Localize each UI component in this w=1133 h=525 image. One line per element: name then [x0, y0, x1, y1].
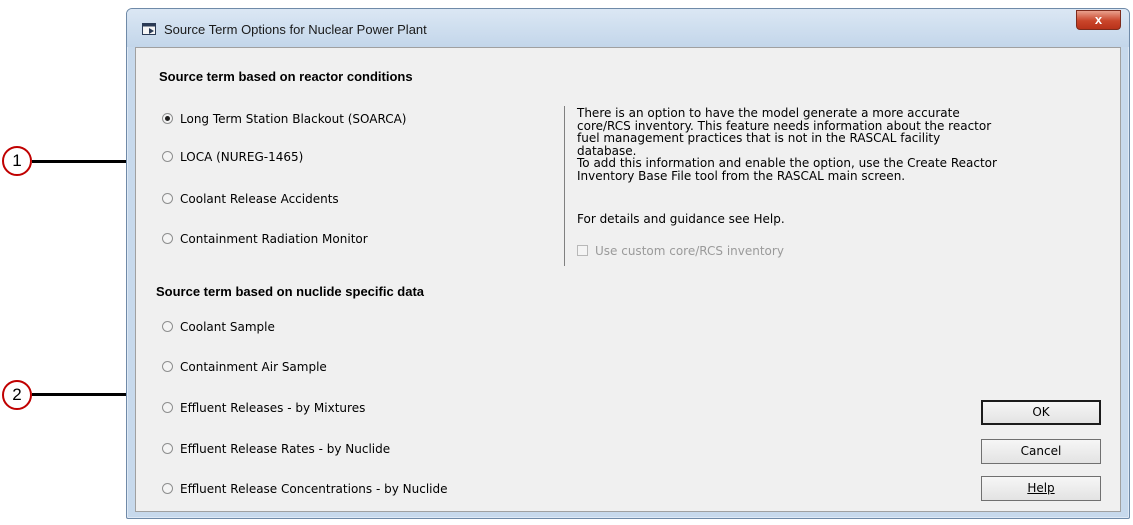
help-hint-text: For details and guidance see Help.	[577, 212, 785, 226]
radio-label[interactable]: Coolant Release Accidents	[180, 192, 339, 206]
info-line: To add this information and enable the o…	[577, 156, 997, 170]
dialog-window: Source Term Options for Nuclear Power Pl…	[126, 8, 1130, 519]
radio-label[interactable]: Containment Air Sample	[180, 360, 327, 374]
radio-button-icon[interactable]	[162, 402, 173, 413]
radio-label[interactable]: Effluent Release Rates - by Nuclide	[180, 442, 390, 456]
close-icon: x	[1094, 12, 1103, 27]
radio-label[interactable]: Effluent Releases - by Mixtures	[180, 401, 365, 415]
callout-1-badge: 1	[2, 146, 32, 176]
info-text: There is an option to have the model gen…	[577, 107, 997, 182]
help-button[interactable]: Help	[981, 476, 1101, 501]
radio-button-icon[interactable]	[162, 443, 173, 454]
radio-label[interactable]: Coolant Sample	[180, 320, 275, 334]
reactor-section-heading: Source term based on reactor conditions	[159, 69, 413, 84]
info-line: There is an option to have the model gen…	[577, 106, 960, 120]
radio-button-icon[interactable]	[162, 113, 173, 124]
callout-1-arrow-line	[32, 160, 130, 163]
radio-button-icon[interactable]	[162, 233, 173, 244]
title-bar[interactable]: Source Term Options for Nuclear Power Pl…	[127, 9, 1129, 47]
radio-label[interactable]: LOCA (NUREG-1465)	[180, 150, 303, 164]
help-button-label: Help	[1027, 481, 1055, 495]
radio-label[interactable]: Containment Radiation Monitor	[180, 232, 368, 246]
info-line: fuel management practices that is not in…	[577, 131, 941, 158]
close-button[interactable]: x	[1076, 10, 1121, 30]
radio-button-icon[interactable]	[162, 321, 173, 332]
radio-button-icon[interactable]	[162, 483, 173, 494]
nuclide-section-heading: Source term based on nuclide specific da…	[156, 284, 425, 299]
cancel-button[interactable]: Cancel	[981, 439, 1101, 464]
ok-button[interactable]: OK	[981, 400, 1101, 425]
app-icon	[142, 23, 156, 35]
callout-2-arrow-line	[32, 393, 130, 396]
window-title: Source Term Options for Nuclear Power Pl…	[164, 22, 427, 37]
checkbox-icon	[577, 245, 588, 256]
radio-button-icon[interactable]	[162, 151, 173, 162]
radio-label[interactable]: Long Term Station Blackout (SOARCA)	[180, 112, 407, 126]
radio-button-icon[interactable]	[162, 193, 173, 204]
dialog-body: Source term based on reactor conditions …	[135, 47, 1121, 512]
info-divider	[564, 106, 565, 266]
radio-label[interactable]: Effluent Release Concentrations - by Nuc…	[180, 482, 447, 496]
custom-inventory-label: Use custom core/RCS inventory	[595, 244, 784, 258]
info-line: Inventory Base File tool from the RASCAL…	[577, 168, 906, 183]
radio-button-icon[interactable]	[162, 361, 173, 372]
callout-2-badge: 2	[2, 380, 32, 410]
